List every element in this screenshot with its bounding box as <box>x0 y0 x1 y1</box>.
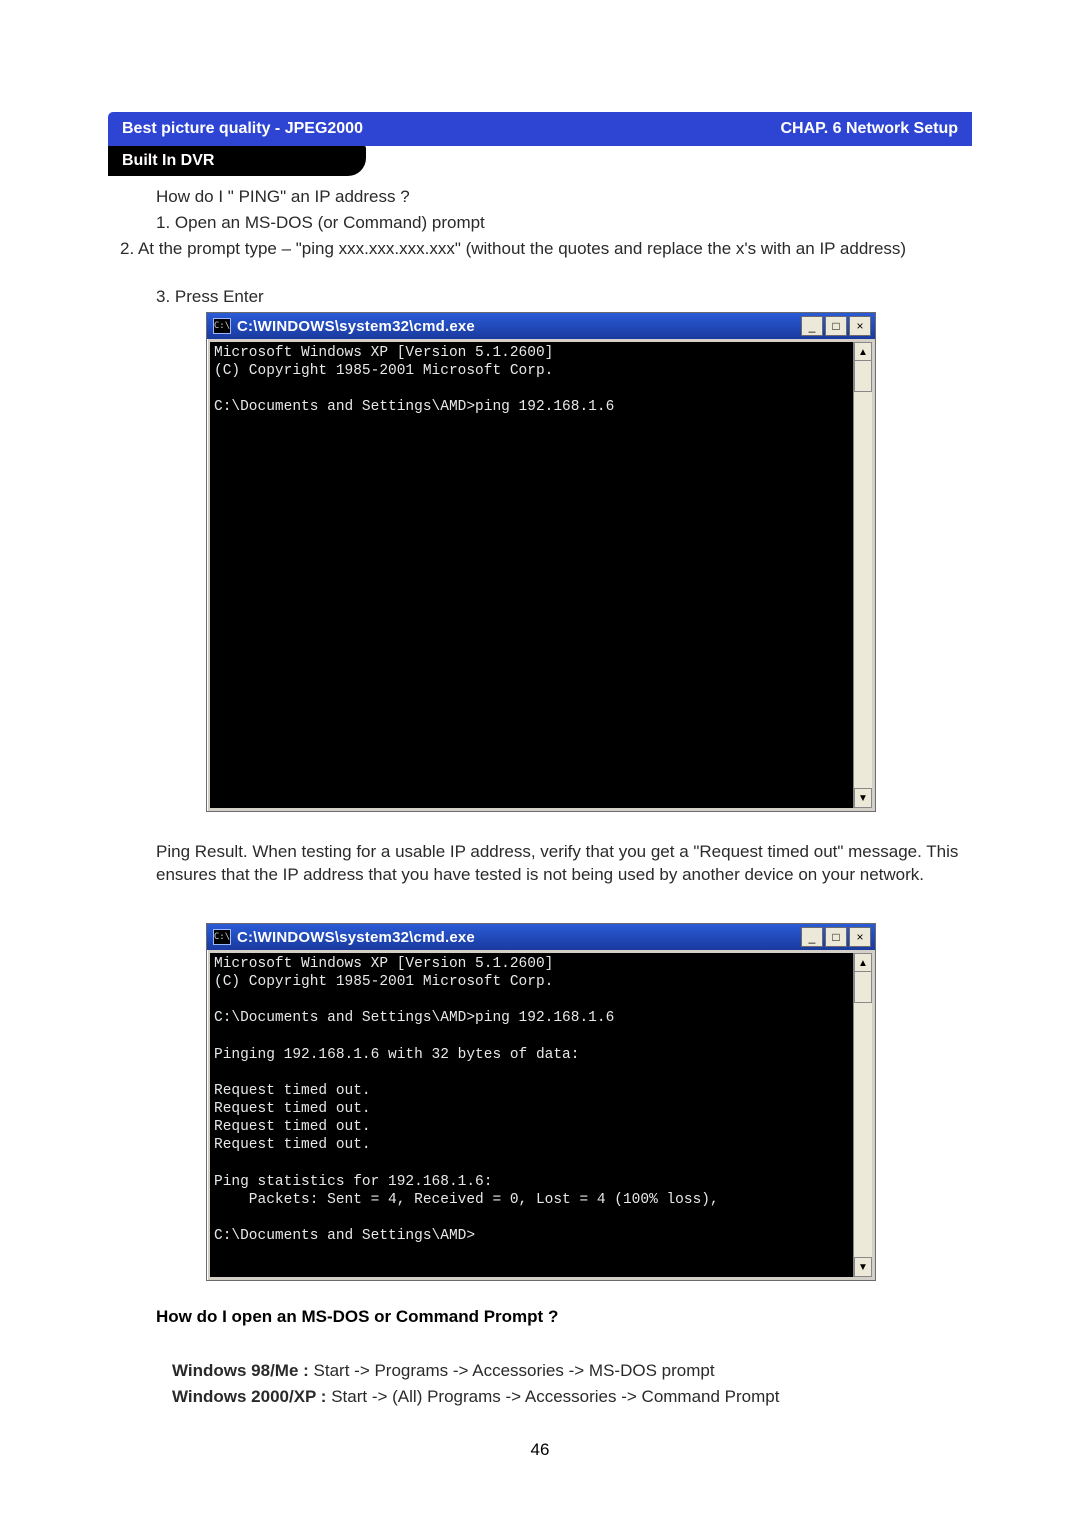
terminal-window-2: C:\ C:\WINDOWS\system32\cmd.exe _ □ × Mi… <box>206 923 876 1281</box>
header-bar: Best picture quality - JPEG2000 CHAP. 6 … <box>108 112 972 146</box>
cmd-icon: C:\ <box>213 318 231 334</box>
section-tab-label: Built In DVR <box>122 152 214 170</box>
minimize-button[interactable]: _ <box>801 316 823 336</box>
maximize-button[interactable]: □ <box>825 316 847 336</box>
header-right-text: CHAP. 6 Network Setup <box>780 120 958 138</box>
terminal-body: Microsoft Windows XP [Version 5.1.2600] … <box>210 953 872 1277</box>
vertical-scrollbar[interactable]: ▲ ▼ <box>853 953 872 1277</box>
terminal-body: Microsoft Windows XP [Version 5.1.2600] … <box>210 342 872 808</box>
scroll-thumb[interactable] <box>854 971 872 1003</box>
close-button[interactable]: × <box>849 927 871 947</box>
console-output: Microsoft Windows XP [Version 5.1.2600] … <box>210 342 853 808</box>
os2-rest: Start -> (All) Programs -> Accessories -… <box>331 1387 779 1406</box>
step-1: 1. Open an MS-DOS (or Command) prompt <box>156 212 972 235</box>
vertical-scrollbar[interactable]: ▲ ▼ <box>853 342 872 808</box>
scroll-up-button[interactable]: ▲ <box>854 342 872 362</box>
page-number: 46 <box>0 1440 1080 1460</box>
titlebar: C:\ C:\WINDOWS\system32\cmd.exe _ □ × <box>207 924 875 950</box>
question-heading: How do I " PING" an IP address ? <box>156 186 972 209</box>
os2-bold: Windows 2000/XP : <box>172 1387 331 1406</box>
minimize-button[interactable]: _ <box>801 927 823 947</box>
section-tab: Built In DVR <box>108 146 366 176</box>
os-instruction-1: Windows 98/Me : Start -> Programs -> Acc… <box>172 1360 972 1383</box>
scroll-up-button[interactable]: ▲ <box>854 953 872 973</box>
os1-rest: Start -> Programs -> Accessories -> MS-D… <box>314 1361 715 1380</box>
window-control-buttons: _ □ × <box>801 316 871 336</box>
page: { "header": { "left": "Best picture qual… <box>0 0 1080 1527</box>
step-2: 2. At the prompt type – "ping xxx.xxx.xx… <box>120 238 972 261</box>
step-3: 3. Press Enter <box>156 286 972 309</box>
maximize-button[interactable]: □ <box>825 927 847 947</box>
scroll-down-button[interactable]: ▼ <box>854 788 872 808</box>
titlebar: C:\ C:\WINDOWS\system32\cmd.exe _ □ × <box>207 313 875 339</box>
question-2-heading: How do I open an MS-DOS or Command Promp… <box>156 1306 972 1329</box>
window-control-buttons: _ □ × <box>801 927 871 947</box>
close-button[interactable]: × <box>849 316 871 336</box>
scroll-down-button[interactable]: ▼ <box>854 1257 872 1277</box>
console-output: Microsoft Windows XP [Version 5.1.2600] … <box>210 953 853 1277</box>
scroll-thumb[interactable] <box>854 360 872 392</box>
terminal-window-1: C:\ C:\WINDOWS\system32\cmd.exe _ □ × Mi… <box>206 312 876 812</box>
window-title: C:\WINDOWS\system32\cmd.exe <box>237 929 795 946</box>
window-title: C:\WINDOWS\system32\cmd.exe <box>237 318 795 335</box>
ping-result-description: Ping Result. When testing for a usable I… <box>156 841 972 887</box>
os-instruction-2: Windows 2000/XP : Start -> (All) Program… <box>172 1386 972 1409</box>
cmd-icon: C:\ <box>213 929 231 945</box>
header-left-text: Best picture quality - JPEG2000 <box>122 120 363 138</box>
os1-bold: Windows 98/Me : <box>172 1361 314 1380</box>
